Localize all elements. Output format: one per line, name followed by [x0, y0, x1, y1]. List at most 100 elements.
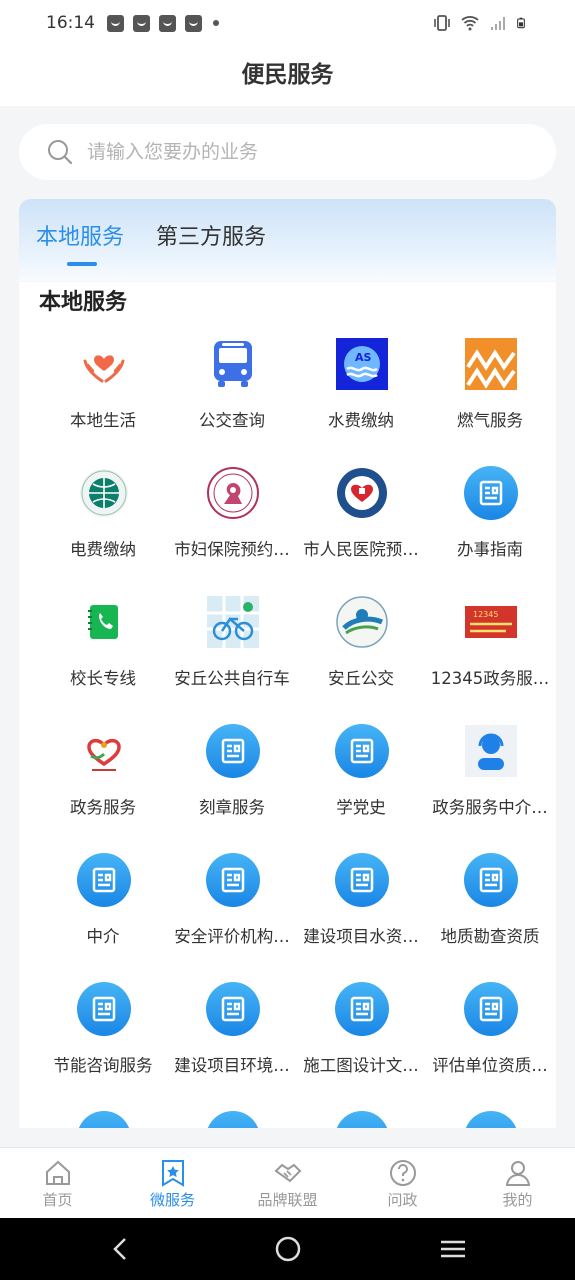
bicycle-map-icon	[207, 596, 259, 648]
star-bookmark-icon	[161, 1160, 184, 1187]
search-input[interactable]	[87, 141, 487, 163]
service-item-partial[interactable]	[425, 1111, 555, 1128]
service-item-safety-evaluation[interactable]: 安全评价机构…	[167, 853, 297, 963]
nav-item-home[interactable]: 首页	[0, 1148, 115, 1218]
service-label: 安全评价机构…	[174, 927, 290, 946]
service-label: 刻章服务	[199, 798, 265, 817]
tab-local-services[interactable]: 本地服务	[36, 219, 124, 251]
document-icon	[464, 982, 518, 1036]
document-icon	[206, 724, 260, 778]
hotline-number: 12345	[473, 610, 498, 619]
tab-third-party-services[interactable]: 第三方服务	[156, 219, 266, 251]
home-button-icon[interactable]	[274, 1235, 302, 1263]
service-item-water-resources[interactable]: 建设项目水资…	[296, 853, 426, 963]
system-nav-bar	[0, 1218, 575, 1280]
document-icon	[335, 1111, 389, 1128]
phone-book-icon	[88, 605, 118, 639]
document-icon	[335, 982, 389, 1036]
service-label: 本地生活	[70, 411, 136, 430]
service-label: 电费缴纳	[70, 540, 136, 559]
service-item-geological-survey[interactable]: 地质勘查资质	[425, 853, 555, 963]
wifi-icon	[461, 16, 479, 31]
nav-label: 微服务	[149, 1191, 195, 1209]
service-label: 政务服务	[70, 798, 136, 817]
service-item-anqiu-bus[interactable]: 安丘公交	[296, 595, 426, 705]
bottom-nav: 首页 微服务 品牌联盟 问政 我的	[0, 1147, 575, 1218]
service-item-seal-engraving[interactable]: 刻章服务	[167, 724, 297, 834]
document-icon	[206, 853, 260, 907]
bus-icon	[214, 341, 252, 387]
header: 便民服务	[0, 46, 575, 106]
nav-label: 品牌联盟	[257, 1191, 318, 1209]
notification-icon	[133, 14, 150, 32]
service-item-government-service[interactable]: 政务服务	[38, 724, 168, 834]
service-item-appraisal-qualification[interactable]: 评估单位资质…	[425, 982, 555, 1092]
service-label: 节能咨询服务	[53, 1056, 153, 1075]
service-label: 施工图设计文…	[303, 1056, 419, 1075]
service-item-intermediary-service[interactable]: 政务服务中介…	[425, 724, 555, 834]
vibrate-icon	[434, 15, 450, 31]
service-item-agency[interactable]: 中介	[38, 853, 168, 963]
customer-service-icon	[465, 725, 517, 777]
service-item-bus-query[interactable]: 公交查询	[167, 337, 297, 447]
nav-item-micro-service[interactable]: 微服务	[115, 1148, 230, 1218]
notification-icon	[185, 14, 202, 32]
back-icon[interactable]	[107, 1235, 135, 1263]
nav-item-mine[interactable]: 我的	[460, 1148, 575, 1218]
battery-icon	[517, 17, 525, 29]
maternity-hospital-logo-icon	[207, 467, 259, 519]
document-icon	[77, 853, 131, 907]
heart-hands-icon	[83, 355, 125, 383]
active-tab-indicator	[67, 262, 97, 266]
service-item-partial[interactable]	[167, 1111, 297, 1128]
service-label: 评估单位资质…	[432, 1056, 548, 1075]
service-item-guide[interactable]: 办事指南	[425, 466, 555, 576]
service-label: 市人民医院预…	[303, 540, 419, 559]
anqiu-bus-logo-icon	[336, 596, 388, 648]
notification-icon	[159, 14, 176, 32]
service-item-water-fee[interactable]: AS 水费缴纳	[296, 337, 426, 447]
section-title: 本地服务	[39, 290, 128, 315]
service-label: 建设项目环境…	[174, 1056, 290, 1075]
document-icon	[464, 466, 518, 520]
nav-item-brand-alliance[interactable]: 品牌联盟	[230, 1148, 345, 1218]
service-item-partial[interactable]	[296, 1111, 426, 1128]
nav-item-inquiry[interactable]: 问政	[345, 1148, 460, 1218]
service-item-construction-drawing[interactable]: 施工图设计文…	[296, 982, 426, 1092]
status-bar: 16:14	[0, 0, 575, 46]
service-item-energy-consulting[interactable]: 节能咨询服务	[38, 982, 168, 1092]
service-item-maternity-hospital[interactable]: 市妇保院预约…	[167, 466, 297, 576]
service-label: 学党史	[336, 798, 386, 817]
status-time: 16:14	[46, 13, 95, 33]
water-logo-icon: AS	[336, 338, 388, 390]
service-item-local-life[interactable]: 本地生活	[38, 337, 168, 447]
more-notifications-icon	[213, 20, 219, 26]
nav-label: 首页	[42, 1191, 73, 1209]
document-icon	[206, 1111, 260, 1128]
service-item-environment[interactable]: 建设项目环境…	[167, 982, 297, 1092]
service-item-electricity-fee[interactable]: 电费缴纳	[38, 466, 168, 576]
service-label: 中介	[86, 927, 120, 946]
document-icon	[464, 853, 518, 907]
document-icon	[335, 724, 389, 778]
recents-icon[interactable]	[439, 1235, 467, 1263]
service-item-principal-hotline[interactable]: 校长专线	[38, 595, 168, 705]
service-item-hotline-12345[interactable]: 12345 12345政务服…	[425, 595, 555, 705]
search-area	[0, 106, 575, 198]
service-item-public-bicycle[interactable]: 安丘公共自行车	[167, 595, 297, 705]
service-item-party-history[interactable]: 学党史	[296, 724, 426, 834]
search-box[interactable]	[19, 124, 556, 180]
heart-service-logo-icon	[87, 738, 121, 771]
hotline-12345-icon: 12345	[465, 606, 517, 638]
service-label: 建设项目水资…	[303, 927, 419, 946]
home-icon	[45, 1160, 70, 1185]
service-label: 办事指南	[457, 540, 523, 559]
service-item-partial[interactable]	[38, 1111, 168, 1128]
question-icon	[389, 1160, 416, 1186]
document-icon	[335, 853, 389, 907]
service-item-gas[interactable]: 燃气服务	[425, 337, 555, 447]
peoples-hospital-logo-icon	[337, 468, 387, 518]
service-item-peoples-hospital[interactable]: 市人民医院预…	[296, 466, 426, 576]
nav-label: 问政	[387, 1191, 418, 1209]
document-icon	[464, 1111, 518, 1128]
